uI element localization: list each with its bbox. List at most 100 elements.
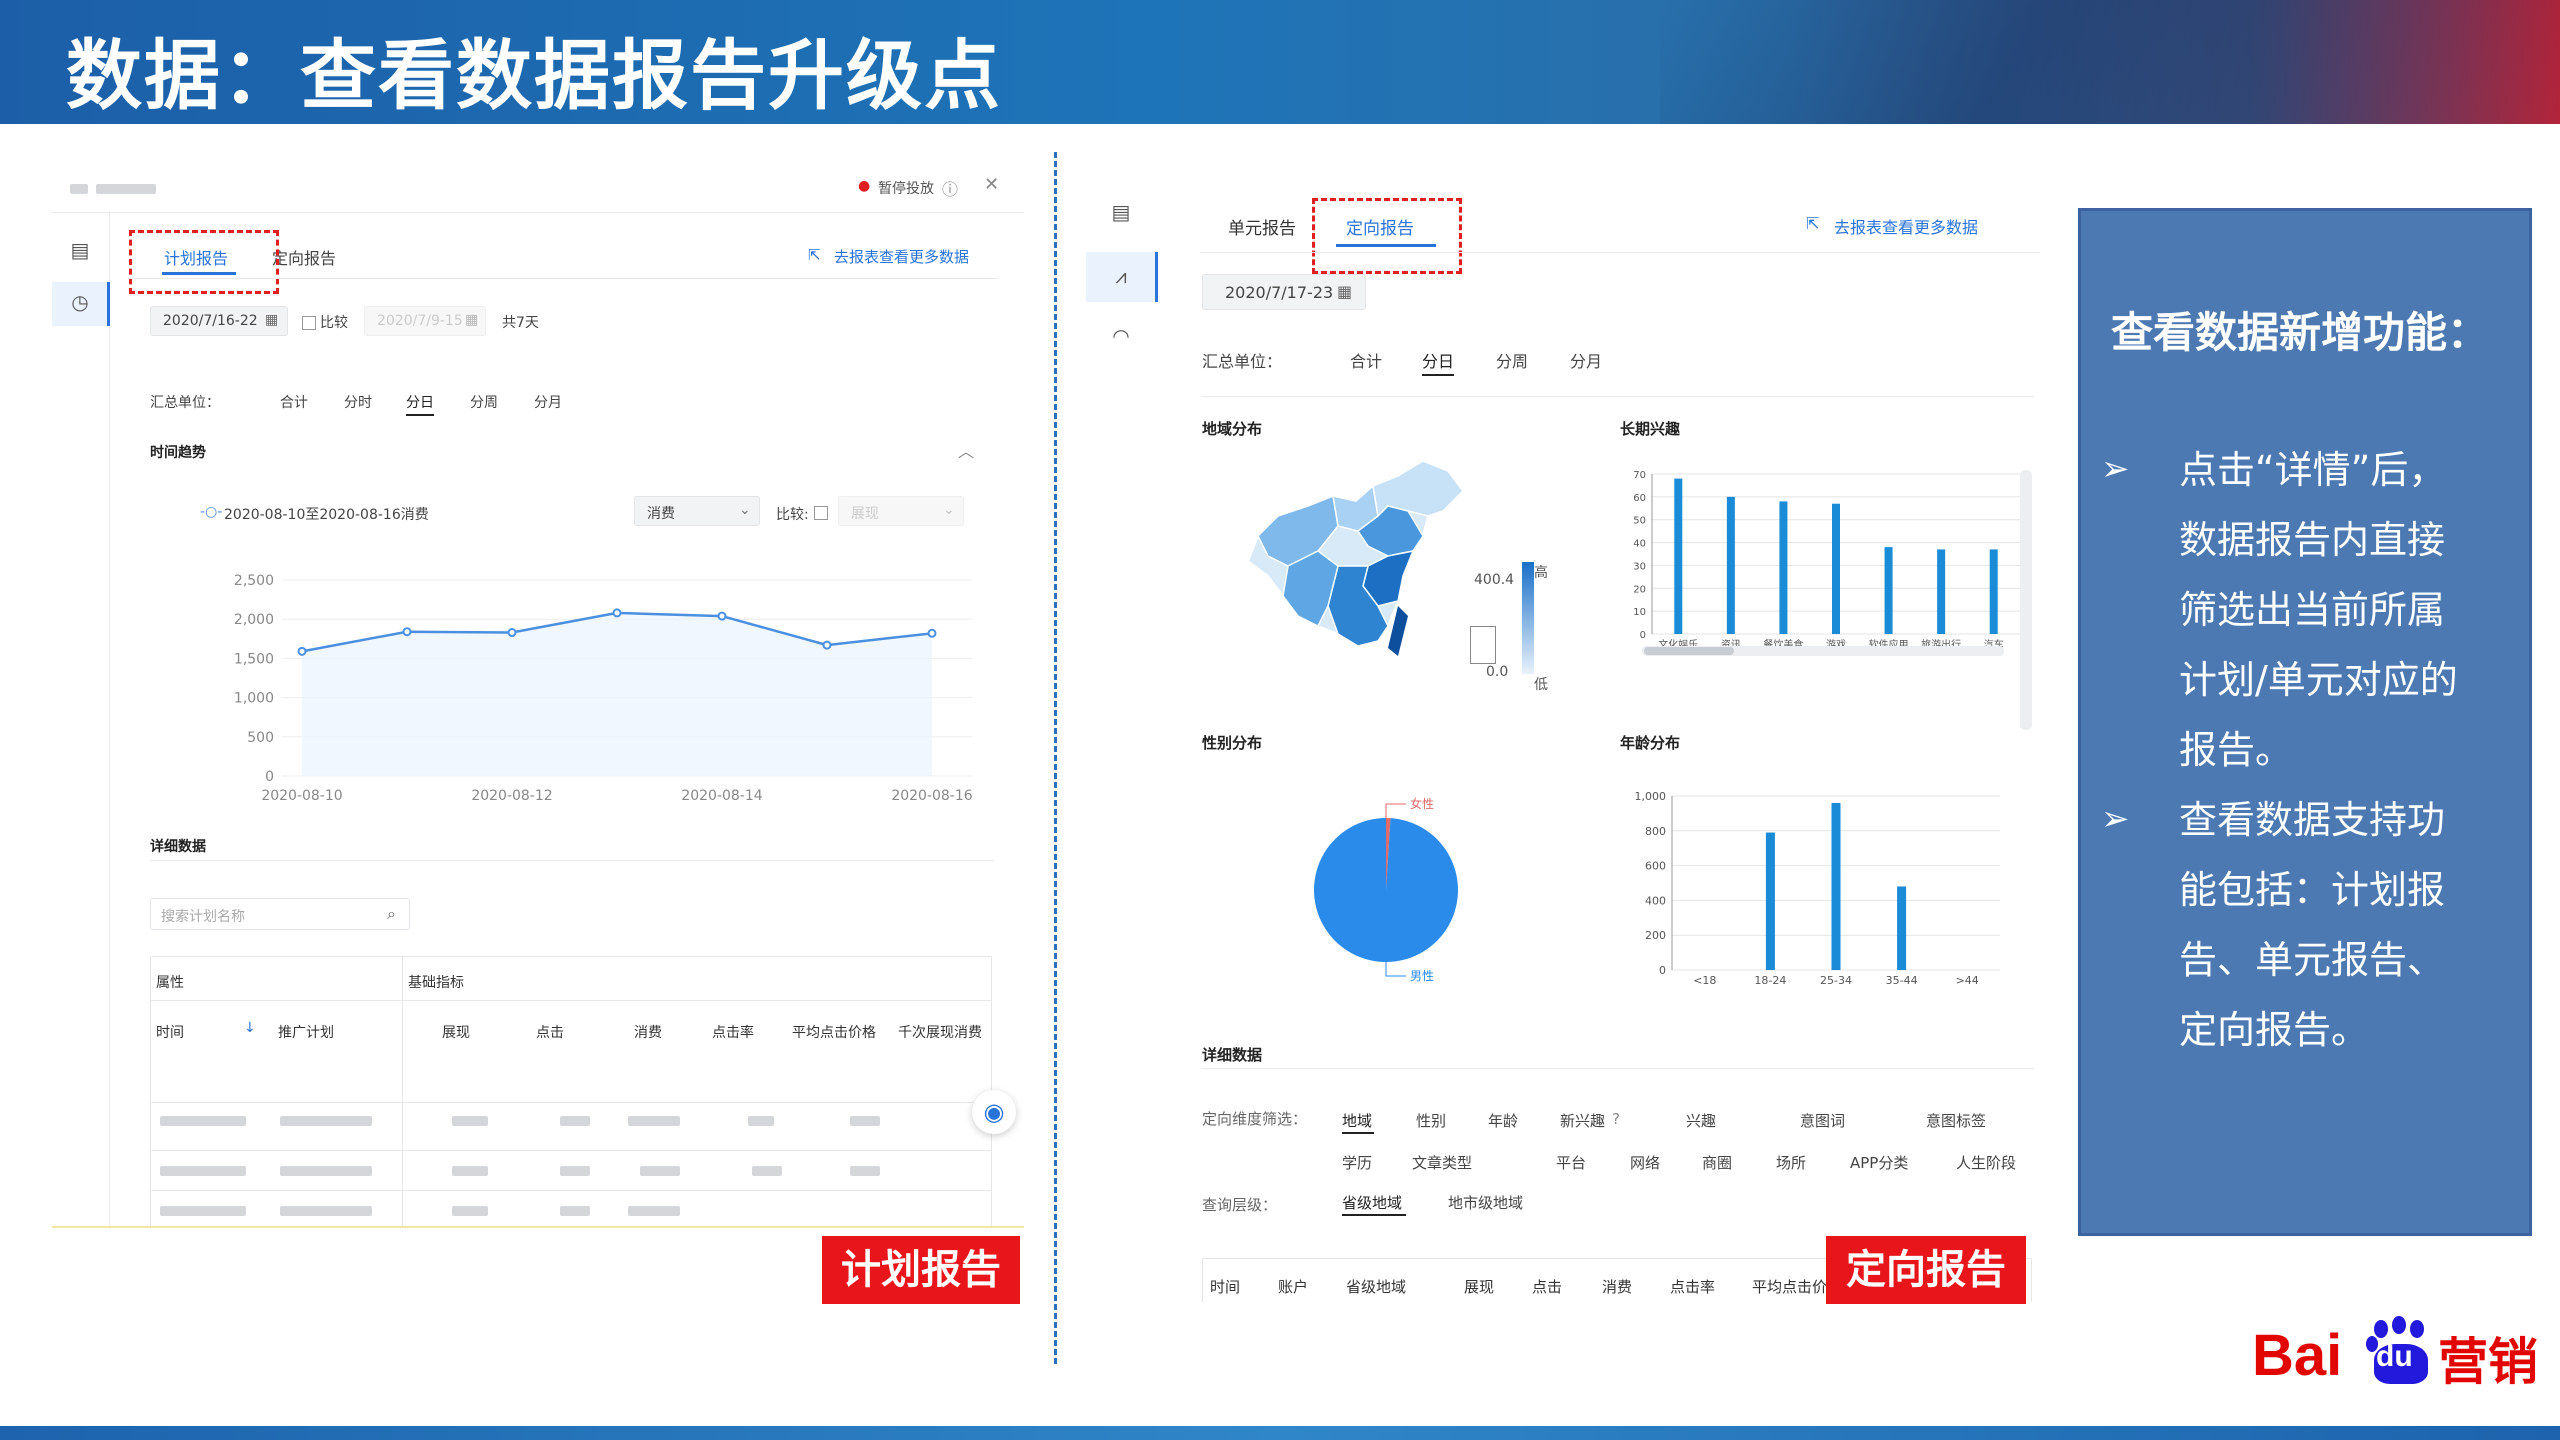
date-picker[interactable]: 2020/7/17-23 ▦: [1202, 274, 1366, 310]
active-unit-underline: [406, 414, 434, 416]
filter-life-stage[interactable]: 人生阶段: [1956, 1152, 2016, 1173]
th-plan[interactable]: 推广计划: [278, 1022, 334, 1042]
bullet1-line4: 计划/单元对应的: [2179, 658, 2458, 702]
unit-month[interactable]: 分月: [534, 392, 562, 412]
chart-scroll-thumb[interactable]: [1644, 647, 1734, 655]
filter-article-type[interactable]: 文章类型: [1412, 1152, 1472, 1173]
table-col-divider: [402, 956, 403, 1226]
panel-scrollbar[interactable]: [2020, 470, 2032, 730]
unit-total[interactable]: 合计: [280, 392, 308, 412]
tab-targeting-report[interactable]: 定向报告: [272, 245, 336, 269]
units-divider: [1202, 396, 2034, 397]
unit-week[interactable]: 分周: [1496, 348, 1528, 372]
th-impressions[interactable]: 展现: [1464, 1276, 1494, 1297]
unit-month[interactable]: 分月: [1570, 348, 1602, 372]
blurred-cell: [160, 1166, 246, 1176]
bar: [1937, 549, 1946, 634]
filter-network[interactable]: 网络: [1630, 1152, 1660, 1173]
th-ctr[interactable]: 点击率: [1670, 1276, 1715, 1297]
th-cpm[interactable]: 千次展现消费: [898, 1022, 982, 1042]
calendar-icon: ▦: [465, 312, 479, 328]
chat-assistant-icon[interactable]: ◉: [972, 1090, 1016, 1134]
filter-gender[interactable]: 性别: [1416, 1110, 1446, 1131]
blurred-cell: [280, 1166, 372, 1176]
metric-select[interactable]: 消费 ⌄: [634, 496, 760, 526]
tab-unit-report[interactable]: 单元报告: [1228, 214, 1296, 239]
logo-du: du: [2376, 1340, 2413, 1373]
help-icon[interactable]: ?: [1612, 1110, 1620, 1128]
filter-new-interest[interactable]: 新兴趣: [1560, 1110, 1605, 1131]
compare-date: 2020/7/9-15: [377, 313, 463, 329]
y-tick-label: 0: [265, 769, 274, 785]
th-account[interactable]: 账户: [1278, 1276, 1308, 1297]
blurred-cell: [560, 1116, 590, 1126]
filter-interest[interactable]: 兴趣: [1686, 1110, 1716, 1131]
level-province[interactable]: 省级地域: [1342, 1192, 1402, 1213]
th-clicks[interactable]: 点击: [536, 1022, 564, 1042]
th-avg-cpc[interactable]: 平均点击价: [1752, 1276, 1827, 1297]
clock-icon: ◷: [71, 290, 89, 314]
data-point: [402, 627, 412, 637]
document-icon[interactable]: ▤: [64, 238, 96, 262]
unit-week[interactable]: 分周: [470, 392, 498, 412]
filter-business-district[interactable]: 商圈: [1702, 1152, 1732, 1173]
highlight-box-targeting-tab: [1312, 198, 1462, 274]
close-icon[interactable]: ✕: [984, 174, 999, 195]
th-time[interactable]: 时间: [1210, 1276, 1240, 1297]
collapse-icon[interactable]: ︿: [958, 438, 974, 462]
unit-day[interactable]: 分日: [1422, 348, 1454, 372]
slide-title: 数据：查看数据报告升级点: [66, 31, 1002, 120]
compare-metric-select[interactable]: 展现 ⌄: [838, 496, 964, 526]
th-ctr[interactable]: 点击率: [712, 1022, 754, 1042]
filter-age[interactable]: 年龄: [1488, 1110, 1518, 1131]
gauge-icon[interactable]: ◠: [1106, 324, 1136, 348]
filter-platform[interactable]: 平台: [1556, 1152, 1586, 1173]
filter-venue[interactable]: 场所: [1776, 1152, 1806, 1173]
checkbox-icon: [302, 316, 316, 330]
gender-title: 性别分布: [1202, 734, 1263, 752]
compare-label: 比较: [320, 315, 348, 331]
report-link[interactable]: 去报表查看更多数据: [834, 246, 969, 267]
compare-select-checkbox[interactable]: [814, 506, 828, 520]
th-cost[interactable]: 消费: [634, 1022, 662, 1042]
date-picker[interactable]: 2020/7/16-22 ▦: [150, 306, 288, 336]
th-province[interactable]: 省级地域: [1346, 1276, 1406, 1297]
summary-label: 汇总单位：: [150, 395, 220, 411]
label-leader-line: [1385, 962, 1406, 977]
pause-status: 暂停投放: [878, 181, 934, 197]
blurred-cell: [452, 1206, 488, 1216]
level-label: 查询层级：: [1202, 1196, 1278, 1214]
filter-region[interactable]: 地域: [1342, 1110, 1372, 1131]
sort-down-icon[interactable]: ↓: [244, 1020, 256, 1036]
y-tick-label: 0: [1640, 630, 1646, 641]
bottom-bar: [0, 1426, 2560, 1440]
unit-hour[interactable]: 分时: [344, 392, 372, 412]
filter-education[interactable]: 学历: [1342, 1152, 1372, 1173]
th-impressions[interactable]: 展现: [442, 1022, 470, 1042]
filter-intent-word[interactable]: 意图词: [1800, 1110, 1845, 1131]
blurred-cell: [640, 1166, 680, 1176]
compare-checkbox[interactable]: 比较: [302, 312, 348, 332]
plan-search-input[interactable]: 搜索计划名称 ⌕: [150, 898, 410, 930]
logo-bai: Bai: [2252, 1323, 2343, 1388]
blurred-cell: [280, 1206, 372, 1216]
y-tick-label: 10: [1633, 607, 1646, 618]
document-icon[interactable]: ▤: [1106, 200, 1136, 224]
legend-label: 2020-08-10至2020-08-16消费: [224, 507, 429, 523]
info-icon[interactable]: ⓘ: [942, 176, 958, 200]
report-link[interactable]: 去报表查看更多数据: [1834, 214, 1978, 238]
pie-label: 男性: [1410, 969, 1434, 983]
th-avg-cpc[interactable]: 平均点击价格: [792, 1022, 876, 1042]
interest-title: 长期兴趣: [1620, 420, 1681, 438]
level-city[interactable]: 地市级地域: [1448, 1192, 1523, 1213]
th-clicks[interactable]: 点击: [1532, 1276, 1562, 1297]
bar: [1897, 886, 1907, 970]
y-tick-label: 1,000: [1635, 790, 1667, 803]
th-time[interactable]: 时间: [156, 1022, 184, 1042]
filter-app-category[interactable]: APP分类: [1850, 1152, 1908, 1173]
compare-date-picker[interactable]: 2020/7/9-15 ▦: [364, 306, 486, 336]
th-cost[interactable]: 消费: [1602, 1276, 1632, 1297]
unit-day[interactable]: 分日: [406, 392, 434, 412]
filter-intent-tag[interactable]: 意图标签: [1926, 1110, 1986, 1131]
unit-total[interactable]: 合计: [1350, 348, 1382, 372]
